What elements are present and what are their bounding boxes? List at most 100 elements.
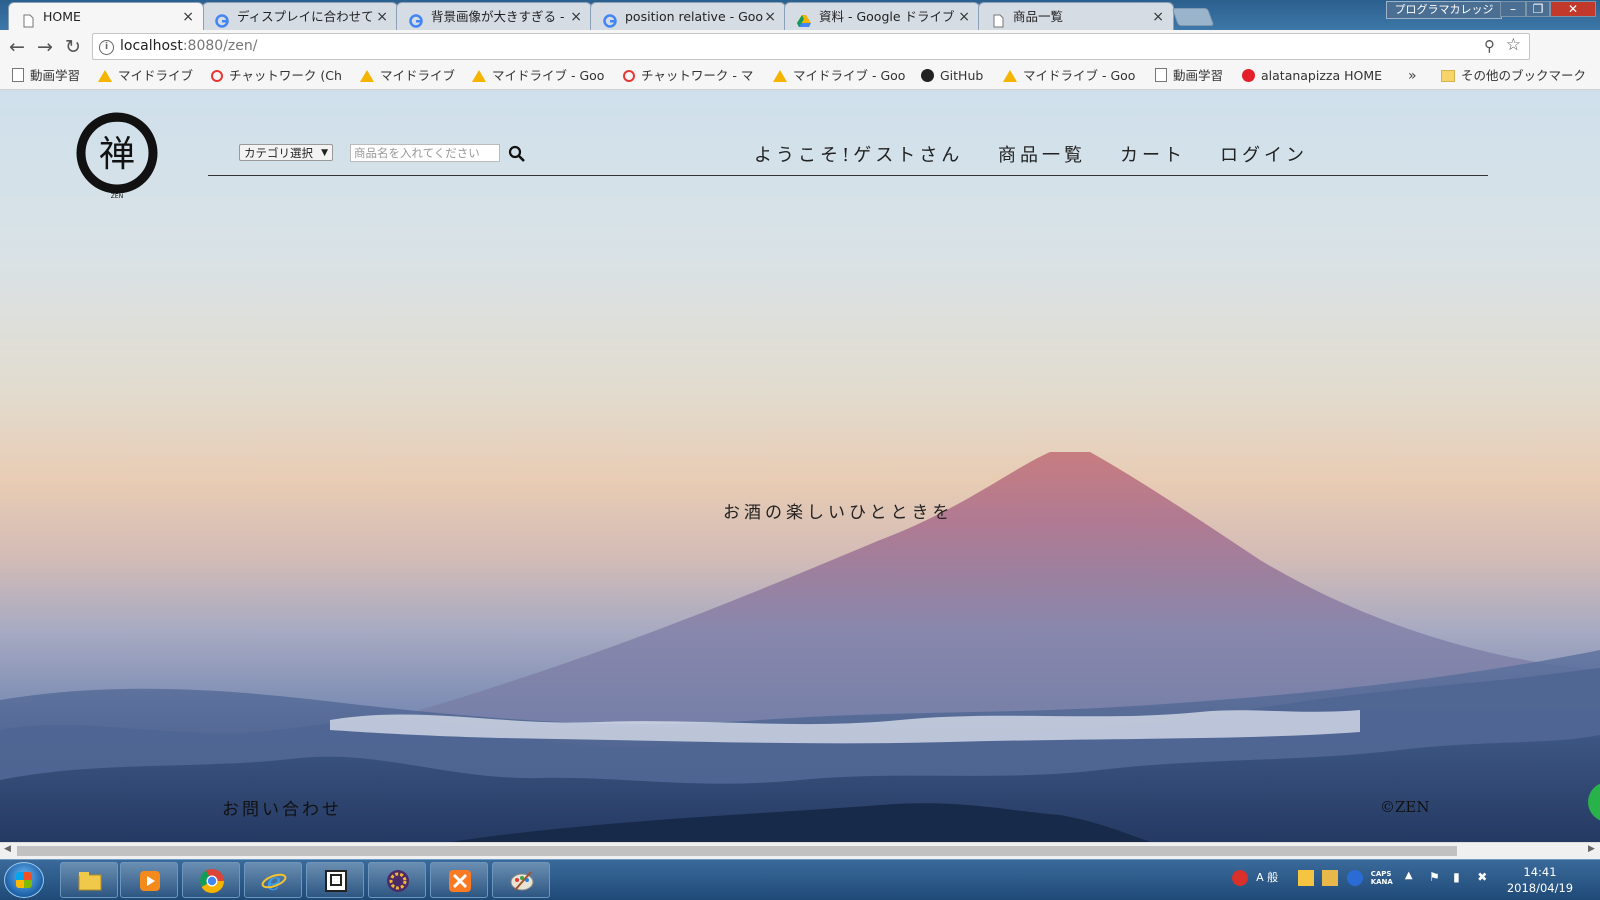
caps-kana-indicator: CAPS KANA [1370, 870, 1393, 886]
google-icon [409, 10, 423, 28]
github-icon [921, 69, 934, 82]
clock-time: 14:41 [1523, 865, 1557, 879]
window-close-button[interactable]: ✕ [1550, 1, 1596, 17]
alert-icon[interactable] [1232, 870, 1248, 886]
bookmark-item[interactable]: チャットワーク (Ch [211, 64, 342, 88]
tab-display[interactable]: ディスプレイに合わせて × [202, 2, 398, 30]
horizontal-scrollbar[interactable]: ◀ ▶ [0, 842, 1600, 859]
tab-title: position relative - Goo [625, 9, 764, 24]
page-icon [12, 68, 24, 82]
header-divider [208, 175, 1488, 176]
bookmark-star-icon[interactable]: ☆ [1506, 35, 1521, 55]
ime-indicator[interactable]: A 般 [1256, 870, 1290, 886]
bookmarks-bar: 動画学習 マイドライブ チャットワーク (Ch マイドライブ マイドライブ - … [0, 64, 1600, 90]
volume-muted-icon[interactable]: ✖ [1477, 870, 1493, 886]
reload-button[interactable]: ↻ [62, 36, 84, 58]
scroll-left-icon[interactable]: ◀ [4, 844, 11, 854]
drive-icon [472, 70, 486, 82]
minimize-button[interactable]: – [1500, 1, 1526, 17]
bookmark-item[interactable]: マイドライブ - Goo [1003, 64, 1135, 88]
bookmark-item[interactable]: マイドライブ [360, 64, 455, 88]
tab-position-relative[interactable]: position relative - Goo × [590, 2, 786, 30]
nav-cart-link[interactable]: カート [1120, 141, 1186, 167]
drive-icon [360, 70, 374, 82]
tray-app-icon[interactable] [1298, 870, 1315, 886]
url-text: localhost:8080/zen/ [120, 38, 258, 54]
hero-tagline: お酒の楽しいひとときを [723, 503, 954, 523]
folder-icon [1441, 70, 1455, 82]
tab-bg-image[interactable]: 背景画像が大きすぎる - × [396, 2, 592, 30]
drive-icon [98, 70, 112, 82]
tab-drive[interactable]: 資料 - Google ドライブ × [784, 2, 980, 30]
product-search-input[interactable]: 商品名を入れてください [350, 144, 500, 162]
tab-title: ディスプレイに合わせて [237, 9, 374, 24]
welcome-guest-text: ようこそ!ゲストさん [754, 145, 964, 166]
bookmark-item[interactable]: マイドライブ - Goo [773, 64, 905, 88]
bookmark-item[interactable]: マイドライブ [98, 64, 193, 88]
tab-title: 商品一覧 [1013, 9, 1064, 24]
back-button[interactable]: ← [6, 36, 28, 58]
tab-home[interactable]: HOME × [8, 2, 204, 30]
page-icon [21, 10, 35, 28]
bookmarks-overflow-button[interactable]: » [1408, 64, 1417, 88]
svg-text:e: e [267, 868, 281, 894]
contact-link[interactable]: お問い合わせ [222, 795, 342, 820]
tab-title: 背景画像が大きすぎる - [431, 9, 565, 24]
profile-button[interactable]: プログラマカレッジ [1386, 1, 1502, 19]
svg-text:禅: 禅 [99, 134, 135, 175]
other-bookmarks[interactable]: その他のブックマーク [1441, 64, 1586, 88]
mountain-background [0, 452, 1600, 842]
terminal-icon[interactable] [306, 862, 364, 898]
nav-login-link[interactable]: ログイン [1220, 141, 1308, 167]
windows-taskbar: e A 般 CAPS KANA ▲ ⚑ ▮ ✖ 14:41 2018/04/19 [0, 859, 1600, 900]
page-icon [991, 10, 1005, 28]
close-icon[interactable]: × [958, 3, 970, 30]
ie-icon[interactable]: e [244, 862, 302, 898]
chrome-icon[interactable] [182, 862, 240, 898]
close-icon[interactable]: × [764, 3, 776, 30]
start-button[interactable] [4, 862, 44, 898]
xampp-icon[interactable] [430, 862, 488, 898]
search-icon[interactable] [508, 145, 526, 163]
browser-toolbar: ← → ↻ i localhost:8080/zen/ ⚲ ☆ ⋮ [0, 30, 1600, 87]
help-icon[interactable] [1346, 870, 1363, 886]
paint-icon[interactable] [492, 862, 550, 898]
close-icon[interactable]: × [570, 3, 582, 30]
media-player-icon[interactable] [120, 862, 178, 898]
network-icon[interactable]: ▮ [1453, 870, 1469, 886]
taskbar-clock[interactable]: 14:41 2018/04/19 [1500, 864, 1580, 896]
bookmark-item[interactable]: マイドライブ - Goo [472, 64, 604, 88]
zoom-icon[interactable]: ⚲ [1484, 37, 1495, 55]
close-icon[interactable]: × [376, 3, 388, 30]
info-icon[interactable]: i [99, 40, 114, 55]
pizza-icon [1242, 69, 1255, 82]
bookmark-item[interactable]: alatanapizza HOME [1242, 64, 1382, 88]
drive-icon [773, 70, 787, 82]
flag-icon[interactable]: ⚑ [1429, 870, 1445, 886]
explorer-icon[interactable] [60, 862, 118, 898]
nav-products-link[interactable]: 商品一覧 [998, 141, 1086, 167]
category-select[interactable]: カテゴリ選択 ▼ [239, 144, 333, 161]
svg-text:ZEN: ZEN [111, 193, 123, 200]
new-tab-button[interactable] [1171, 8, 1215, 26]
tab-title: HOME [43, 9, 81, 24]
site-logo[interactable]: 禅 ZEN [74, 110, 160, 200]
scroll-right-icon[interactable]: ▶ [1588, 844, 1595, 854]
tray-app-icon[interactable] [1322, 870, 1339, 886]
page-icon [1155, 68, 1167, 82]
bookmark-item[interactable]: 動画学習 [1155, 64, 1223, 88]
show-hidden-icons[interactable]: ▲ [1405, 870, 1421, 886]
close-icon[interactable]: × [182, 3, 194, 30]
dropdown-arrow-icon: ▼ [321, 148, 328, 158]
maximize-button[interactable]: ❐ [1526, 1, 1550, 17]
close-icon[interactable]: × [1152, 3, 1164, 30]
scrollbar-thumb[interactable] [17, 846, 1457, 856]
bookmark-item[interactable]: 動画学習 [12, 64, 80, 88]
bookmark-item[interactable]: チャットワーク - マ [623, 64, 753, 88]
tab-products[interactable]: 商品一覧 × [978, 2, 1174, 30]
javaee-ide-icon[interactable] [368, 862, 426, 898]
forward-button[interactable]: → [34, 36, 56, 58]
bookmark-item[interactable]: GitHub [921, 64, 983, 88]
address-bar[interactable]: i localhost:8080/zen/ ⚲ ☆ [92, 33, 1530, 60]
clock-date: 2018/04/19 [1506, 881, 1574, 895]
